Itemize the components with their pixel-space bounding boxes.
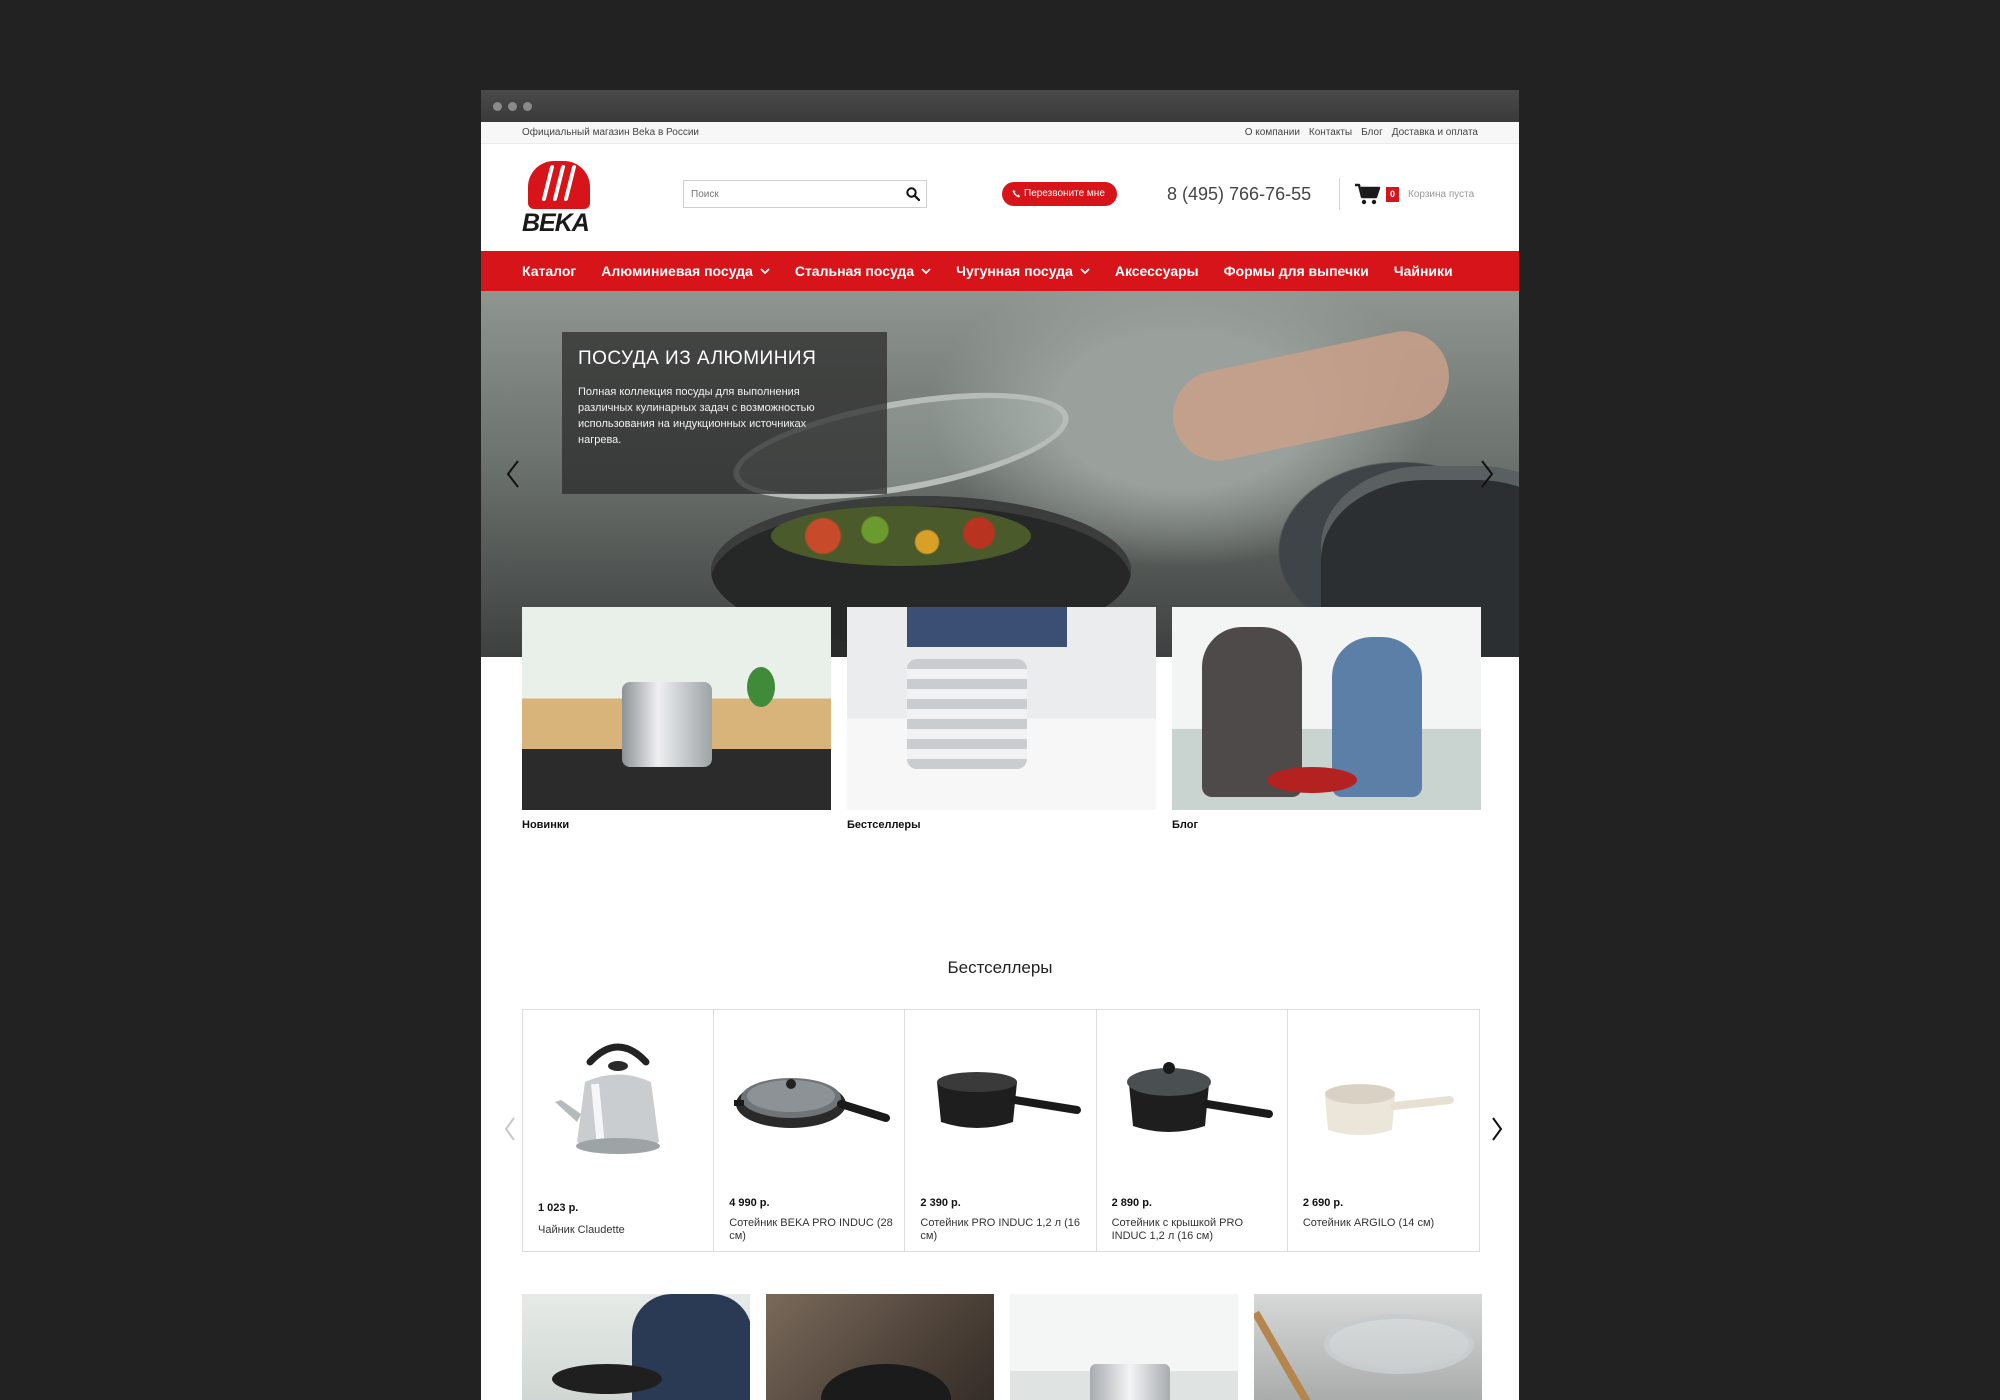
promo-tile[interactable] — [1254, 1294, 1482, 1400]
category-caption: Новинки — [522, 819, 570, 831]
product-price: 2 890 р. — [1111, 1197, 1152, 1209]
product-price: 2 690 р. — [1302, 1197, 1344, 1209]
category-caption: Бестселлеры — [847, 819, 921, 831]
hero-text: Полная коллекция посуды для выполнения р… — [578, 386, 815, 446]
category-image — [522, 607, 831, 810]
saucepan-with-lid-image — [1126, 1062, 1273, 1132]
product-price: 1 023 р. — [538, 1202, 579, 1214]
top-link-contacts[interactable]: Контакты — [1309, 127, 1352, 138]
category-image — [847, 607, 1156, 810]
saute-pan-image — [734, 1078, 891, 1128]
carousel-prev-icon[interactable] — [503, 1116, 517, 1142]
category-tile-new[interactable]: Новинки — [522, 607, 831, 831]
top-strip: Официальный магазин Beka в России О комп… — [481, 122, 1519, 144]
ceramic-pan-image — [1324, 1084, 1454, 1135]
product-card[interactable]: 1 023 р. Чайник Claudette — [523, 1010, 715, 1251]
category-tile-bestsellers[interactable]: Бестселлеры — [847, 607, 1156, 831]
nav-item-accessories[interactable]: Аксессуары — [1115, 263, 1199, 279]
nav-item-cast-iron[interactable]: Чугунная посуда — [956, 263, 1090, 279]
hero-photo-arm — [1164, 322, 1458, 470]
phone-number[interactable]: 8 (495) 766-76-55 — [1167, 184, 1311, 205]
promo-tile[interactable] — [1010, 1294, 1238, 1400]
bestsellers-title: Бестселлеры — [947, 958, 1053, 977]
top-link-about[interactable]: О компании — [1245, 127, 1300, 138]
window-zoom-dot[interactable] — [523, 102, 532, 111]
product-card[interactable]: 2 390 р. Сотейник PRO INDUC 1,2 л (16 см… — [905, 1010, 1097, 1251]
bestsellers-carousel: 1 023 р. Чайник Claudette 4 990 р. Сотей… — [522, 1009, 1480, 1252]
hero-title: ПОСУДА ИЗ АЛЮМИНИЯ — [578, 348, 817, 369]
browser-chrome — [481, 90, 1519, 122]
product-name[interactable]: Сотейник PRO INDUC 1,2 л (16 см) — [920, 1217, 1085, 1243]
callback-button[interactable]: Перезвоните мне — [1002, 182, 1117, 206]
top-link-blog[interactable]: Блог — [1361, 127, 1383, 138]
top-links: О компании Контакты Блог Доставка и опла… — [1245, 127, 1478, 138]
promo-tile[interactable] — [766, 1294, 994, 1400]
bottom-tiles — [522, 1294, 1482, 1400]
search-input[interactable] — [684, 181, 889, 207]
nav-item-steel[interactable]: Стальная посуда — [795, 263, 931, 279]
promo-tile[interactable] — [522, 1294, 750, 1400]
product-name[interactable]: Сотейник ARGILO (14 см) — [1303, 1217, 1468, 1230]
cart-status[interactable]: Корзина пуста — [1408, 189, 1474, 200]
cart-icon[interactable] — [1355, 183, 1381, 205]
category-tile-blog[interactable]: Блог — [1172, 607, 1481, 831]
main-nav: Каталог Алюминиевая посуда Стальная посу… — [481, 251, 1519, 291]
product-card[interactable]: 2 890 р. Сотейник с крышкой PRO INDUC 1,… — [1097, 1010, 1288, 1251]
window-minimize-dot[interactable] — [508, 102, 517, 111]
window-close-dot[interactable] — [493, 102, 502, 111]
slider-prev-icon[interactable] — [505, 459, 521, 489]
saucepan-image — [937, 1072, 1082, 1128]
chevron-down-icon — [921, 267, 931, 274]
category-caption: Блог — [1172, 819, 1199, 831]
product-card[interactable]: 2 690 р. Сотейник ARGILO (14 см) — [1288, 1010, 1479, 1251]
slider-next-icon[interactable] — [1479, 459, 1495, 489]
beka-logo[interactable]: BEKA — [522, 159, 598, 237]
hero-caption: ПОСУДА ИЗ АЛЮМИНИЯ Полная коллекция посу… — [562, 332, 887, 494]
search-icon[interactable] — [906, 187, 920, 201]
logo-wordmark: BEKA — [522, 209, 590, 237]
hero-photo-vegetables — [771, 506, 1031, 566]
product-name[interactable]: Сотейник с крышкой PRO INDUC 1,2 л (16 с… — [1112, 1217, 1277, 1243]
phone-icon — [1012, 189, 1021, 198]
search-box — [683, 180, 927, 208]
store-tagline: Официальный магазин Beka в России — [522, 127, 699, 138]
header-divider — [1339, 178, 1340, 210]
nav-item-kettles[interactable]: Чайники — [1394, 263, 1453, 279]
nav-item-baking[interactable]: Формы для выпечки — [1224, 263, 1369, 279]
chevron-down-icon — [1080, 267, 1090, 274]
hero-slider: ПОСУДА ИЗ АЛЮМИНИЯ Полная коллекция посу… — [481, 291, 1519, 657]
cart-count-badge: 0 — [1386, 187, 1399, 202]
nav-item-catalog[interactable]: Каталог — [522, 263, 576, 279]
chevron-down-icon — [760, 267, 770, 274]
product-name[interactable]: Чайник Claudette — [538, 1224, 703, 1237]
nav-item-aluminium[interactable]: Алюминиевая посуда — [601, 263, 770, 279]
site-header: BEKA Перезвоните мне 8 (495) 766-76-55 0… — [481, 144, 1519, 251]
kettle-image — [555, 1043, 660, 1154]
category-image — [1172, 607, 1481, 810]
carousel-next-icon[interactable] — [1490, 1116, 1504, 1142]
product-name[interactable]: Сотейник BEKA PRO INDUC (28 см) — [729, 1217, 894, 1243]
chef-hat-icon — [528, 161, 590, 209]
callback-label: Перезвоните мне — [1024, 188, 1105, 199]
category-tiles: Новинки Бестселлеры Блог — [522, 607, 1481, 831]
product-price: 4 990 р. — [729, 1197, 770, 1209]
product-price: 2 390 р. — [920, 1197, 961, 1209]
product-card[interactable]: 4 990 р. Сотейник BEKA PRO INDUC (28 см) — [714, 1010, 906, 1251]
top-link-delivery[interactable]: Доставка и оплата — [1392, 127, 1478, 138]
